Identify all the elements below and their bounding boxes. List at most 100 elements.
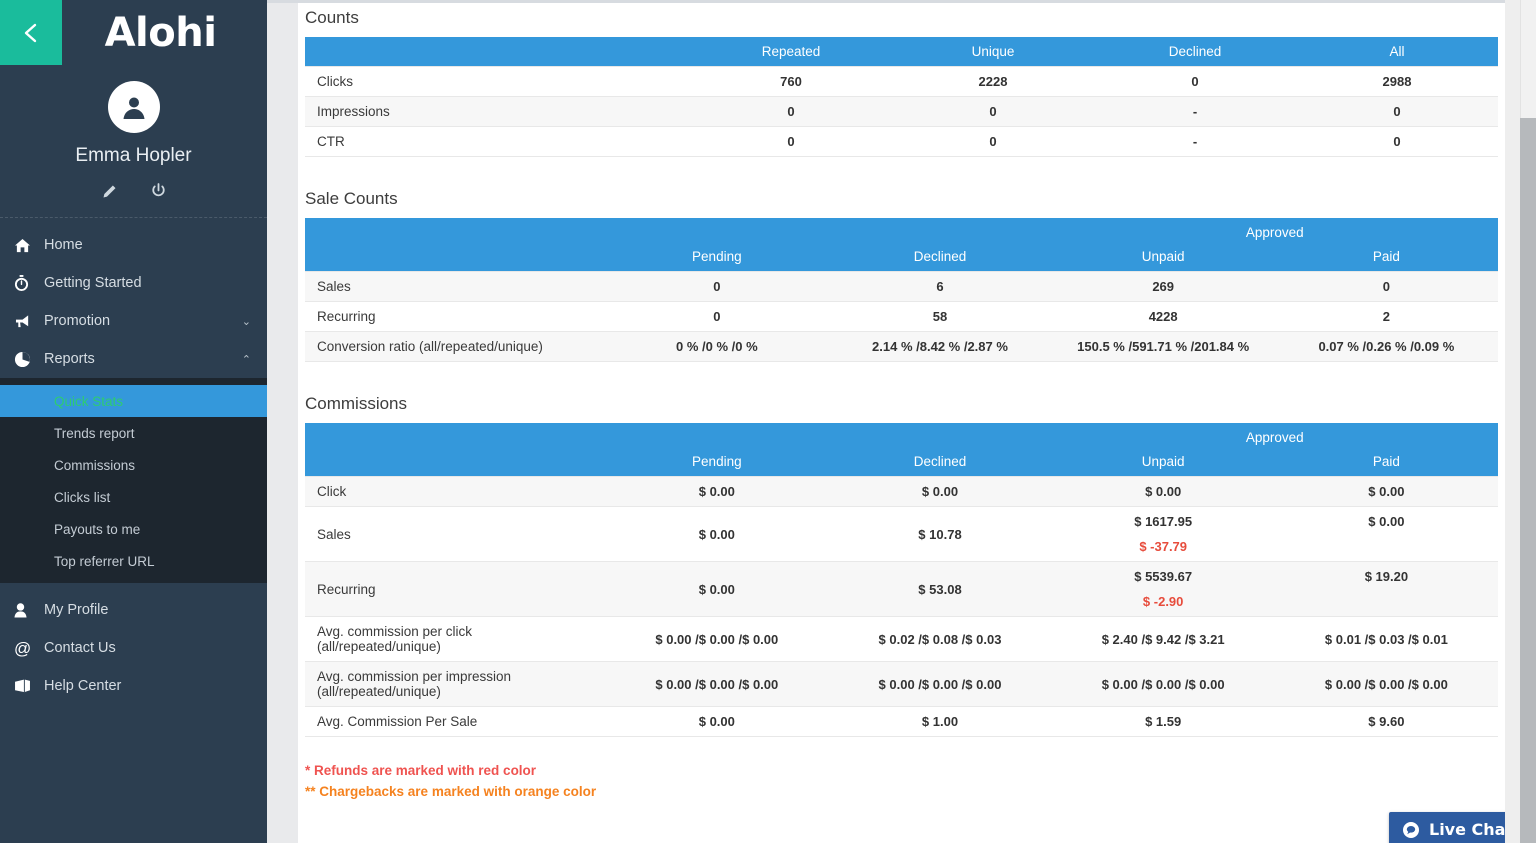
sidebar-item-help-center[interactable]: Help Center xyxy=(0,667,267,705)
cell-paid: 0.07 % /0.26 % /0.09 % xyxy=(1275,332,1498,362)
sale-counts-header-unpaid: Unpaid xyxy=(1052,242,1275,272)
row-label: Click xyxy=(305,477,605,507)
cell-declined: $ 10.78 xyxy=(828,507,1051,562)
vertical-scrollbar-thumb[interactable] xyxy=(1520,118,1536,843)
table-row: Avg. Commission Per Sale $ 0.00 $ 1.00 $… xyxy=(305,707,1498,737)
cell-unique: 2228 xyxy=(892,67,1094,97)
cell-declined: $ 1.00 xyxy=(828,707,1051,737)
sale-counts-table: Pending Declined Approved Unpaid Paid Sa… xyxy=(305,218,1498,362)
table-header-row-top: Pending Declined Approved xyxy=(305,218,1498,242)
sidebar-subitem-trends-report[interactable]: Trends report xyxy=(0,417,267,449)
sale-counts-header-blank xyxy=(305,218,605,272)
cell-pending: 0 % /0 % /0 % xyxy=(605,332,828,362)
cell-unpaid: $ 1617.95 $ -37.79 xyxy=(1052,507,1275,562)
commissions-header-paid: Paid xyxy=(1275,447,1498,477)
sidebar-subitem-label: Payouts to me xyxy=(54,522,140,537)
cell-paid: $ 9.60 xyxy=(1275,707,1498,737)
sidebar-item-home[interactable]: Home xyxy=(0,226,267,264)
cell-pending: $ 0.00 xyxy=(605,507,828,562)
cell-unpaid-refund: $ -2.90 xyxy=(1143,594,1183,609)
user-name: Emma Hopler xyxy=(75,145,191,167)
sale-counts-header-declined: Declined xyxy=(828,218,1051,272)
table-row: Sales 0 6 269 0 xyxy=(305,272,1498,302)
commissions-table: Pending Declined Approved Unpaid Paid Cl… xyxy=(305,423,1498,737)
brand-logo[interactable]: Alohi xyxy=(62,0,267,65)
cell-declined: - xyxy=(1094,97,1296,127)
cell-declined: $ 0.02 /$ 0.08 /$ 0.03 xyxy=(828,617,1051,662)
commissions-header-pending: Pending xyxy=(605,423,828,477)
sidebar-subitem-label: Commissions xyxy=(54,458,135,473)
sidebar-subitem-commissions[interactable]: Commissions xyxy=(0,449,267,481)
top-border-line xyxy=(267,0,1536,3)
main-content: Counts Repeated Unique Declined All Clic… xyxy=(298,0,1536,843)
sidebar-header: Alohi xyxy=(0,0,267,65)
content-inner: Counts Repeated Unique Declined All Clic… xyxy=(305,0,1498,843)
power-icon[interactable] xyxy=(151,183,166,199)
sale-counts-header-approved: Approved xyxy=(1052,218,1498,242)
cell-pending: 0 xyxy=(605,272,828,302)
sidebar-item-promotion[interactable]: Promotion ⌄ xyxy=(0,302,267,340)
sidebar-item-label: Contact Us xyxy=(44,640,251,656)
sidebar-subitem-clicks-list[interactable]: Clicks list xyxy=(0,481,267,513)
home-icon xyxy=(14,238,44,253)
pencil-icon[interactable] xyxy=(102,183,117,199)
user-avatar-icon xyxy=(119,92,149,122)
commissions-header-unpaid: Unpaid xyxy=(1052,447,1275,477)
row-label: Conversion ratio (all/repeated/unique) xyxy=(305,332,605,362)
commissions-header-blank xyxy=(305,423,605,477)
sidebar-subitem-quick-stats[interactable]: Quick Stats xyxy=(0,385,267,417)
counts-header-unique: Unique xyxy=(892,37,1094,67)
cell-pending: $ 0.00 /$ 0.00 /$ 0.00 xyxy=(605,617,828,662)
sidebar-subitem-payouts-to-me[interactable]: Payouts to me xyxy=(0,513,267,545)
app-root: Alohi Emma Hopler xyxy=(0,0,1536,843)
sidebar-item-contact-us[interactable]: @ Contact Us xyxy=(0,629,267,667)
layout-gutter xyxy=(267,0,298,843)
sidebar-item-my-profile[interactable]: My Profile xyxy=(0,591,267,629)
note-refunds: * Refunds are marked with red color xyxy=(305,761,1498,782)
cell-pending: $ 0.00 xyxy=(605,562,828,617)
sidebar-collapse-button[interactable] xyxy=(0,0,62,65)
cell-repeated: 0 xyxy=(690,97,892,127)
counts-header-blank xyxy=(305,37,690,67)
commissions-section-title: Commissions xyxy=(305,386,1498,423)
row-label: Sales xyxy=(305,272,605,302)
sidebar-subitem-label: Quick Stats xyxy=(54,394,123,409)
cell-pending: 0 xyxy=(605,302,828,332)
row-label: Clicks xyxy=(305,67,690,97)
counts-header-declined: Declined xyxy=(1094,37,1296,67)
cell-repeated: 760 xyxy=(690,67,892,97)
cell-declined: 2.14 % /8.42 % /2.87 % xyxy=(828,332,1051,362)
cell-all: 2988 xyxy=(1296,67,1498,97)
row-label: Recurring xyxy=(305,562,605,617)
table-row: Clicks 760 2228 0 2988 xyxy=(305,67,1498,97)
table-row: Click $ 0.00 $ 0.00 $ 0.00 $ 0.00 xyxy=(305,477,1498,507)
cell-unpaid: 150.5 % /591.71 % /201.84 % xyxy=(1052,332,1275,362)
cell-declined: 6 xyxy=(828,272,1051,302)
table-row: Avg. commission per click (all/repeated/… xyxy=(305,617,1498,662)
reports-submenu: Quick Stats Trends report Commissions Cl… xyxy=(0,378,267,583)
row-label: Recurring xyxy=(305,302,605,332)
brand-logo-text: Alohi xyxy=(105,13,217,53)
sidebar-subitem-top-referrer-url[interactable]: Top referrer URL xyxy=(0,545,267,577)
table-row: Impressions 0 0 - 0 xyxy=(305,97,1498,127)
table-row: Conversion ratio (all/repeated/unique) 0… xyxy=(305,332,1498,362)
cell-declined: - xyxy=(1094,127,1296,157)
scrollbar-outer-track xyxy=(1505,0,1520,843)
cell-paid: $ 0.00 xyxy=(1275,477,1498,507)
cell-paid: $ 0.00 xyxy=(1275,507,1498,562)
cell-unpaid-value: $ 5539.67 xyxy=(1134,569,1192,584)
chevron-down-icon: ⌄ xyxy=(242,315,251,328)
sidebar-item-reports[interactable]: Reports ⌃ xyxy=(0,340,267,378)
sidebar-item-label: My Profile xyxy=(44,602,251,618)
cell-declined: $ 0.00 xyxy=(828,477,1051,507)
vertical-scrollbar-track[interactable] xyxy=(1520,0,1536,843)
avatar xyxy=(108,81,160,133)
sidebar-item-getting-started[interactable]: Getting Started xyxy=(0,264,267,302)
table-row: CTR 0 0 - 0 xyxy=(305,127,1498,157)
sale-counts-header-paid: Paid xyxy=(1275,242,1498,272)
stopwatch-icon xyxy=(14,275,44,291)
cell-unique: 0 xyxy=(892,127,1094,157)
user-actions xyxy=(102,183,166,199)
chat-bubble-icon xyxy=(1402,821,1420,839)
cell-unpaid: $ 1.59 xyxy=(1052,707,1275,737)
